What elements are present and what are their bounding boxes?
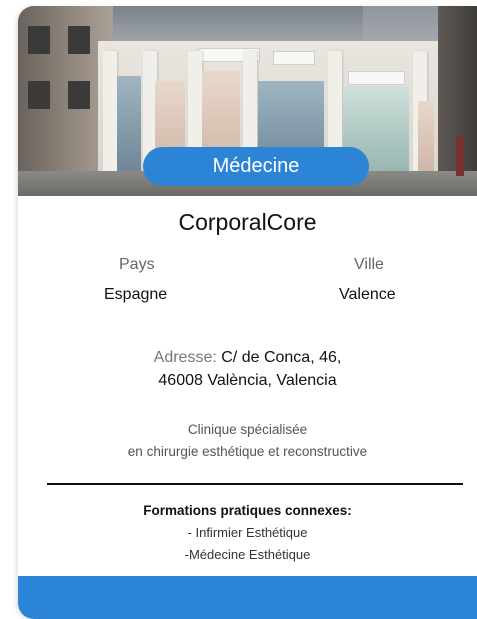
address-line-1: C/ de Conca, 46, <box>221 349 342 366</box>
photo-window <box>28 81 50 109</box>
clinic-name: CorporalCore <box>178 209 317 235</box>
photo-window <box>117 76 141 171</box>
photo-window <box>28 26 50 54</box>
address-label: Adresse: <box>153 349 217 366</box>
city-value: Valence <box>339 286 396 303</box>
country-label: Pays <box>119 256 155 273</box>
trainings-title: Formations pratiques connexes: <box>143 503 352 518</box>
photo-window <box>68 81 90 109</box>
clinic-card: Médecine CorporalCore Pays Ville Espagne… <box>18 6 477 619</box>
training-item: - Infirmier Esthétique <box>187 525 308 540</box>
photo-sign <box>348 71 405 85</box>
card-footer-bar[interactable] <box>18 576 477 619</box>
country-value: Espagne <box>104 286 168 303</box>
photo-pedestrian <box>456 136 464 176</box>
description: Clinique spécialisée en chirurgie esthét… <box>18 419 477 463</box>
description-line-1: Clinique spécialisée <box>187 422 308 437</box>
photo-window <box>68 26 90 54</box>
address: Adresse: C/ de Conca, 46, 46008 València… <box>18 346 477 392</box>
divider <box>47 483 463 485</box>
training-item: -Médecine Esthétique <box>184 547 311 562</box>
city-label: Ville <box>354 256 384 273</box>
category-badge[interactable]: Médecine <box>143 147 369 186</box>
photo-sign <box>273 51 315 65</box>
address-line-2: 46008 València, Valencia <box>158 372 337 389</box>
description-line-2: en chirurgie esthétique et reconstructiv… <box>127 444 368 459</box>
photo-poster <box>418 101 434 171</box>
